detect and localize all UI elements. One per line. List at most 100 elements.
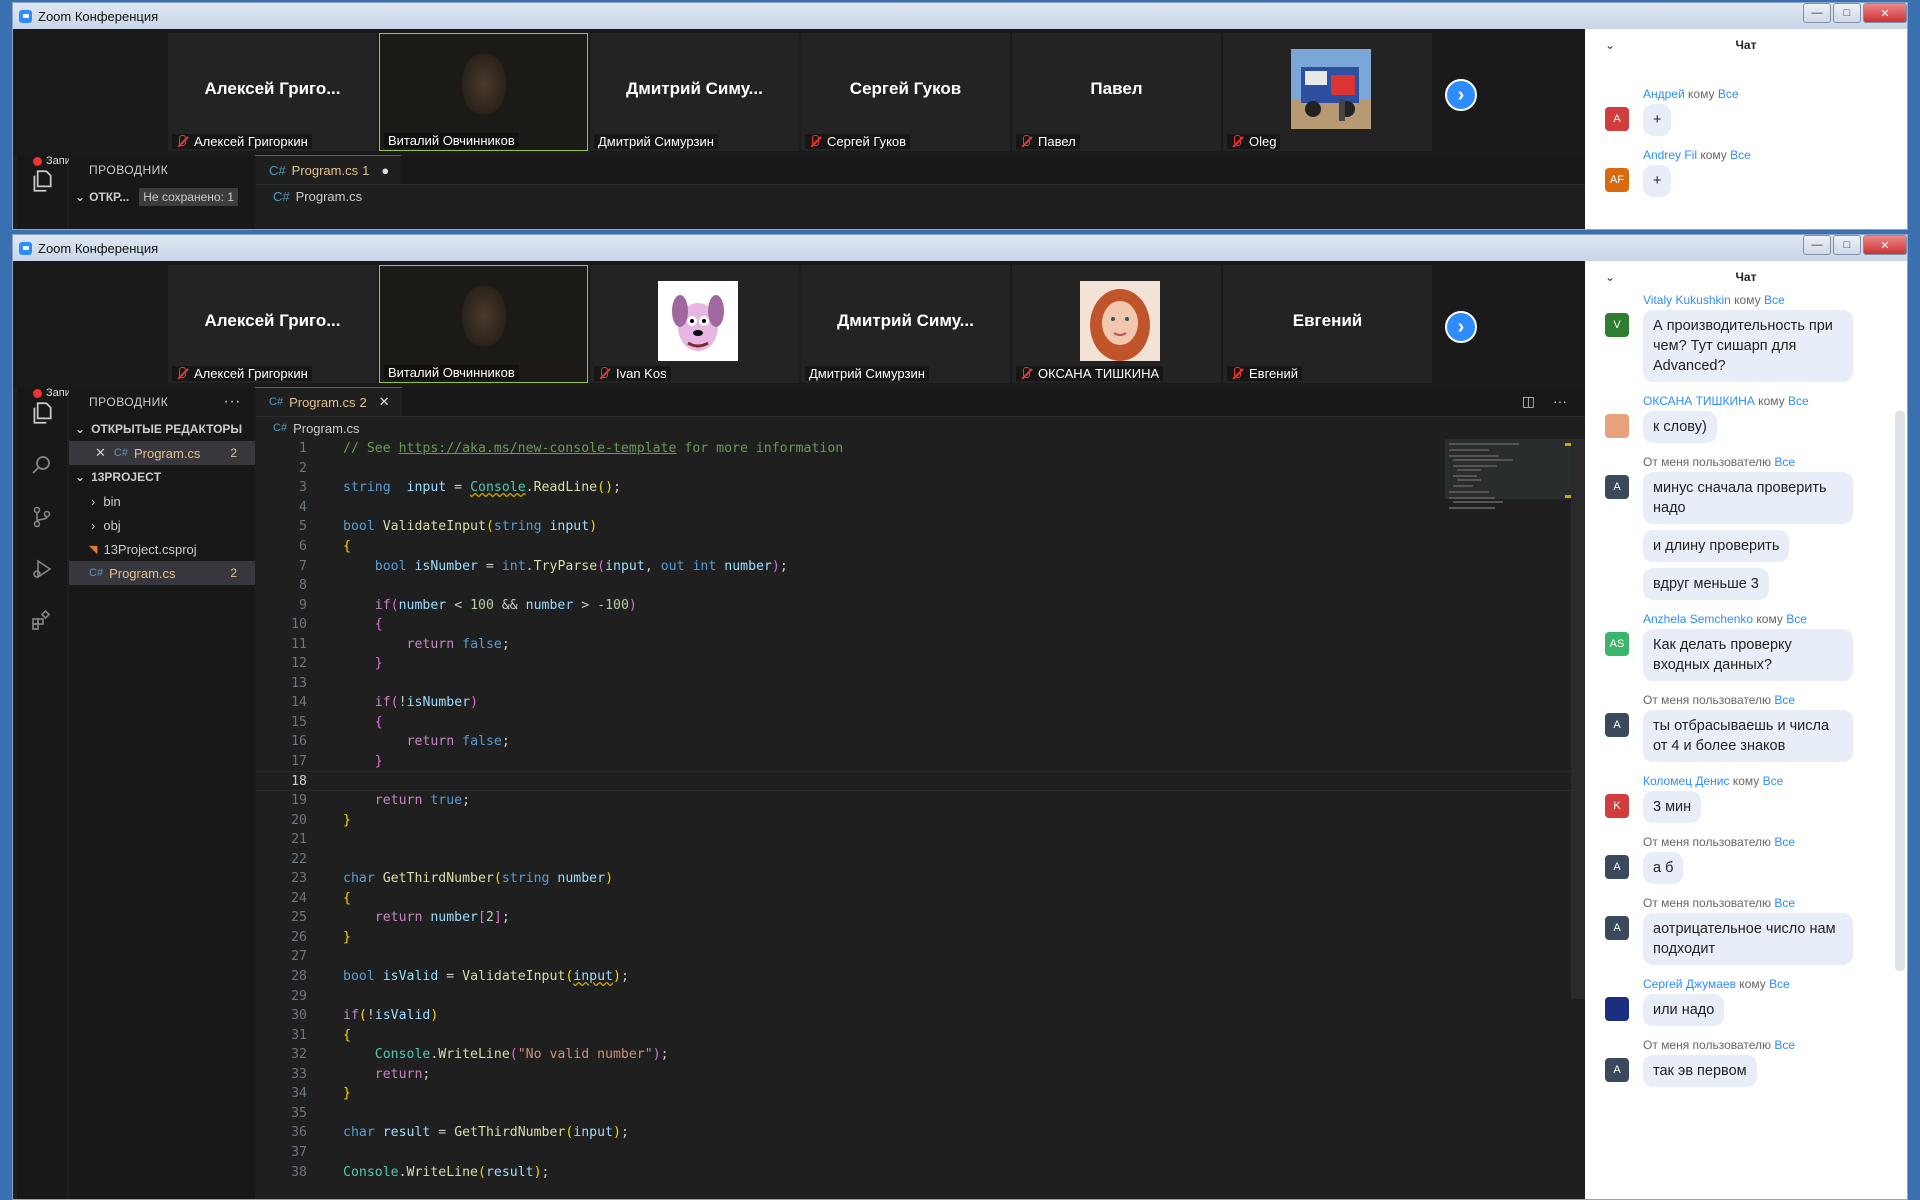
line-content: return; (374, 1066, 431, 1082)
code-line[interactable]: 25 return number[2]; (255, 908, 1585, 928)
code-line[interactable]: 13 (255, 674, 1585, 694)
code-line[interactable]: 27 (255, 947, 1585, 967)
participant-tile-active[interactable]: Виталий Овчинников (379, 265, 588, 383)
zoom-window-background[interactable]: Zoom Конференция — □ ✕ Алексей Григо... А… (12, 2, 1908, 230)
participant-tile[interactable]: Oleg (1223, 33, 1432, 151)
chevron-down-icon[interactable]: ⌄ (1605, 38, 1615, 52)
code-line[interactable]: 16 return false; (255, 732, 1585, 752)
code-line[interactable]: 24 { (255, 889, 1585, 909)
problems-badge: 2 (230, 566, 237, 580)
extensions-icon[interactable] (17, 595, 67, 647)
code-line[interactable]: 9 if(number < 100 && number > -100) (255, 595, 1585, 615)
line-number: 7 (299, 558, 307, 574)
minimize-button[interactable]: — (1803, 3, 1831, 23)
next-page-button[interactable]: › (1445, 79, 1477, 111)
code-line[interactable]: 30 if(!isValid) (255, 1006, 1585, 1026)
breadcrumb[interactable]: C# Program.cs (255, 417, 1585, 439)
participant-tile-active[interactable]: Виталий Овчинников (379, 33, 588, 151)
code-line[interactable]: 2 (255, 459, 1585, 479)
participant-tile[interactable]: ОКСАНА ТИШКИНА (1012, 265, 1221, 383)
code-line[interactable]: 3 string input = Console.ReadLine(); (255, 478, 1585, 498)
more-actions-icon[interactable]: ··· (1553, 393, 1567, 410)
code-line[interactable]: 29 (255, 986, 1585, 1006)
chat-bubble: ты отбрасываешь и числа от 4 и более зна… (1643, 710, 1853, 762)
participant-tile[interactable]: Ivan Kos (590, 265, 799, 383)
editor-scrollbar[interactable] (1571, 439, 1585, 999)
breadcrumb[interactable]: C# Program.cs (255, 185, 1585, 207)
maximize-button[interactable]: □ (1833, 3, 1861, 23)
code-line[interactable]: 15 { (255, 713, 1585, 733)
split-editor-icon[interactable]: ◫ (1522, 393, 1535, 410)
line-number: 3 (299, 480, 307, 496)
tab-program-cs[interactable]: C# Program.cs 1 ● (255, 155, 402, 184)
tab-program-cs[interactable]: C# Program.cs 2 ✕ (255, 387, 402, 416)
code-line[interactable]: 11 return false; (255, 634, 1585, 654)
close-button[interactable]: ✕ (1863, 3, 1907, 23)
unsaved-dot-icon[interactable]: ● (381, 163, 389, 178)
code-line[interactable]: 34} (255, 1084, 1585, 1104)
code-line[interactable]: 26} (255, 928, 1585, 948)
code-line[interactable]: 17 } (255, 752, 1585, 772)
code-line[interactable]: 4 (255, 498, 1585, 518)
chevron-down-icon[interactable]: ⌄ (1605, 270, 1615, 284)
source-control-icon[interactable] (17, 491, 67, 543)
code-line[interactable]: 1 // See https://aka.ms/new-console-templ… (255, 439, 1585, 459)
close-icon[interactable]: ✕ (95, 445, 106, 461)
line-number: 16 (291, 734, 307, 750)
code-line[interactable]: 14 if(!isNumber) (255, 693, 1585, 713)
chat-title: Чат (1735, 270, 1757, 284)
tree-item-obj[interactable]: › obj (69, 513, 255, 537)
participant-name: Алексей Григо... (204, 311, 341, 330)
code-line[interactable]: 12 } (255, 654, 1585, 674)
participant-tile[interactable]: Павел Павел (1012, 33, 1221, 151)
code-line[interactable]: 21 (255, 830, 1585, 850)
open-editors-section[interactable]: ⌄ ОТКРЫТЫЕ РЕДАКТОРЫ (69, 417, 255, 441)
chat-sender: Anzhela Semchenko кому Все (1643, 612, 1807, 626)
participant-tile[interactable]: Дмитрий Симу... Дмитрий Симурзин (801, 265, 1010, 383)
code-line[interactable]: 20} (255, 810, 1585, 830)
code-line[interactable]: 10 { (255, 615, 1585, 635)
code-line[interactable]: 19 return true; (255, 791, 1585, 811)
project-section[interactable]: ⌄ 13PROJECT (69, 465, 255, 489)
participant-tile[interactable]: Евгений Евгений (1223, 265, 1432, 383)
next-page-button[interactable]: › (1445, 311, 1477, 343)
participant-tile[interactable]: Алексей Григо... Алексей Григоркин (168, 265, 377, 383)
code-line[interactable]: 31 { (255, 1025, 1585, 1045)
code-line[interactable]: 37 (255, 1143, 1585, 1163)
participant-tile[interactable]: Дмитрий Симу... Дмитрий Симурзин (590, 33, 799, 151)
participant-tile[interactable]: Алексей Григо... Алексей Григоркин (168, 33, 377, 151)
code-line[interactable]: 7 bool isNumber = int.TryParse(input, ou… (255, 556, 1585, 576)
participant-tile[interactable]: Сергей Гуков Сергей Гуков (801, 33, 1010, 151)
code-line[interactable]: 33 return; (255, 1065, 1585, 1085)
more-actions-icon[interactable]: ··· (224, 393, 241, 411)
code-line[interactable]: 5 bool ValidateInput(string input) (255, 517, 1585, 537)
chat-scrollbar[interactable] (1895, 411, 1905, 971)
mic-muted-icon (176, 135, 188, 148)
minimap[interactable] (1445, 439, 1571, 999)
tree-item-csproj[interactable]: ◥ 13Project.csproj (69, 537, 255, 561)
code-line[interactable]: 8 (255, 576, 1585, 596)
code-editor[interactable]: 1 // See https://aka.ms/new-console-templ… (255, 439, 1585, 1199)
maximize-button[interactable]: □ (1833, 235, 1861, 255)
code-line[interactable]: 38 Console.WriteLine(result); (255, 1162, 1585, 1182)
code-line[interactable]: 36 char result = GetThirdNumber(input); (255, 1123, 1585, 1143)
code-line[interactable]: 28 bool isValid = ValidateInput(input); (255, 967, 1585, 987)
tree-item-bin[interactable]: › bin (69, 489, 255, 513)
close-button[interactable]: ✕ (1863, 235, 1907, 255)
zoom-window-main[interactable]: Zoom Конференция — □ ✕ Алексей Григо... А… (12, 234, 1908, 1200)
code-line[interactable]: 35 (255, 1104, 1585, 1124)
code-line[interactable]: 32 Console.WriteLine("No valid number"); (255, 1045, 1585, 1065)
code-line[interactable]: 22 (255, 849, 1585, 869)
tree-item-program-cs[interactable]: C# Program.cs 2 (69, 561, 255, 585)
search-icon[interactable] (17, 439, 67, 491)
open-editor-item[interactable]: ✕ C# Program.cs 2 (69, 441, 255, 465)
minimize-button[interactable]: — (1803, 235, 1831, 255)
open-editors-section[interactable]: ⌄ ОТКР... Не сохранено: 1 (69, 185, 255, 209)
run-debug-icon[interactable] (17, 543, 67, 595)
code-line[interactable]: 23 char GetThirdNumber(string number) (255, 869, 1585, 889)
chat-bubble: так эв первом (1643, 1055, 1757, 1087)
close-tab-icon[interactable]: ✕ (379, 394, 390, 410)
explorer-panel: ПРОВОДНИК ⌄ ОТКР... Не сохранено: 1 (69, 155, 255, 229)
code-line[interactable]: 6{ (255, 537, 1585, 557)
code-line[interactable]: 18 (255, 771, 1585, 791)
